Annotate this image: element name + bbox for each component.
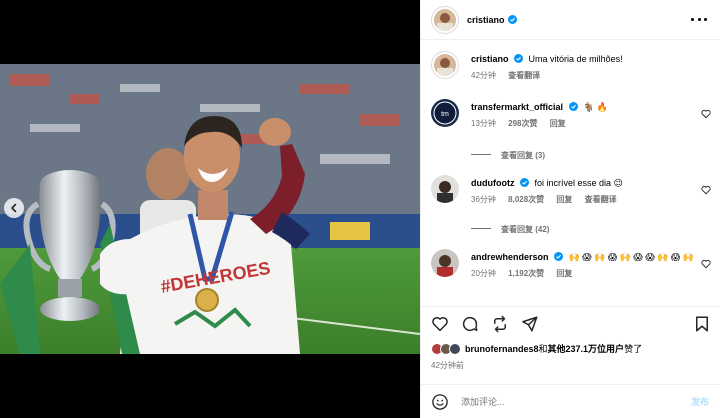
comment-time: 36分钟 [471, 195, 496, 204]
dot-icon [704, 17, 707, 21]
author-username[interactable]: cristiano [467, 15, 505, 25]
verified-badge-icon [514, 54, 524, 63]
commenter-avatar[interactable] [431, 175, 459, 203]
caption-text: Uma vitória de milhões! [528, 54, 623, 64]
reply-button[interactable]: 回复 [550, 119, 566, 128]
dot-icon [691, 17, 694, 21]
heart-icon[interactable] [431, 315, 449, 333]
chevron-left-icon [11, 203, 17, 213]
comment-likes[interactable]: 1,192次赞 [508, 269, 544, 278]
share-icon[interactable] [521, 315, 539, 333]
author-avatar-small[interactable] [431, 51, 459, 79]
liked-by-user[interactable]: brunofernandes8 [465, 344, 539, 354]
comment-text: 🙌 😱 🙌 😱 🙌 😱 😱 🙌 😱 🙌 [568, 252, 694, 262]
caption-translate-link[interactable]: 查看翻译 [508, 71, 540, 80]
post-header: cristiano [421, 0, 720, 40]
verified-badge-icon [568, 102, 578, 111]
divider-line [471, 228, 491, 229]
comment-icon[interactable] [461, 315, 479, 333]
heart-icon[interactable] [701, 109, 711, 119]
post-side-panel: cristiano cristiano Uma vitória de milhõ… [420, 0, 720, 418]
view-replies-label: 查看回复 (42) [501, 225, 550, 234]
repost-icon[interactable] [491, 315, 509, 333]
caption-time: 42分钟 [471, 71, 496, 80]
comment-likes[interactable]: 8,028次赞 [508, 195, 544, 204]
heart-icon[interactable] [701, 185, 711, 195]
commenter-avatar[interactable]: tm [431, 99, 459, 127]
bookmark-icon[interactable] [693, 315, 711, 333]
view-replies-label: 查看回复 (3) [501, 151, 545, 160]
comment-username[interactable]: andrewhenderson [471, 252, 549, 262]
post-actions-bar [421, 306, 720, 338]
comment-text: 🐐 🔥 [583, 102, 608, 112]
view-replies-button[interactable]: 查看回复 (42) [471, 224, 549, 235]
verified-badge-icon [507, 15, 517, 24]
liker-avatar[interactable] [449, 342, 461, 355]
verified-badge-icon [520, 178, 529, 187]
comment-time: 20分钟 [471, 269, 496, 278]
view-replies-button[interactable]: 查看回复 (3) [471, 150, 545, 161]
post-timestamp[interactable]: 42分钟前 [431, 360, 464, 371]
dot-icon [697, 17, 701, 21]
comment-input[interactable] [461, 396, 671, 407]
liked-by-others[interactable]: 其他237.1万位用户 [548, 344, 625, 354]
caption-username[interactable]: cristiano [471, 54, 509, 64]
verified-badge-icon [554, 252, 564, 261]
more-options-button[interactable] [691, 12, 707, 26]
comment-time: 13分钟 [471, 119, 496, 128]
heart-icon[interactable] [701, 259, 711, 269]
emoji-icon[interactable] [431, 393, 449, 411]
svg-text:tm: tm [441, 111, 449, 118]
carousel-prev-button[interactable] [4, 198, 24, 218]
post-photo[interactable]: #DEHEROES [0, 64, 420, 354]
post-dialog: #DEHEROES cristiano cristiano Uma vitóri… [0, 0, 720, 418]
liked-by-conj: 和 [538, 344, 548, 354]
comment-username[interactable]: dudufootz [471, 178, 514, 188]
divider-line [471, 154, 491, 155]
reply-button[interactable]: 回复 [556, 269, 572, 278]
translate-link[interactable]: 查看翻译 [585, 195, 617, 204]
reply-button[interactable]: 回复 [556, 195, 572, 204]
comment-likes[interactable]: 298次赞 [508, 119, 537, 128]
post-comment-button[interactable]: 发布 [691, 395, 709, 408]
liked-by-text: brunofernandes8和其他237.1万位用户赞了 [465, 342, 642, 355]
commenter-avatar[interactable] [431, 249, 459, 277]
liked-by-suffix: 赞了 [624, 344, 643, 354]
media-pane: #DEHEROES [0, 0, 420, 418]
comment-username[interactable]: transfermarkt_official [471, 102, 563, 112]
liked-by-row: brunofernandes8和其他237.1万位用户赞了 [431, 342, 642, 355]
author-avatar[interactable] [431, 5, 459, 34]
comments-list[interactable]: cristiano Uma vitória de milhões! 42分钟 查… [421, 41, 720, 306]
comment-text: foi incrível esse dia 😉 [534, 178, 623, 188]
add-comment-bar: 发布 [421, 384, 720, 418]
